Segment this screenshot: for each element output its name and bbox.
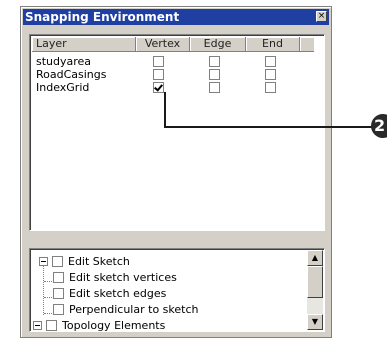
snapping-environment-window: Snapping Environment × Layer Vertex Edge… — [20, 6, 332, 338]
layer-row-indexgrid: IndexGrid — [32, 81, 314, 94]
title-bar[interactable]: Snapping Environment × — [23, 9, 329, 25]
vertex-checkbox-checked[interactable] — [153, 82, 164, 93]
tree-item-edit-sketch-edges[interactable]: Edit sketch edges — [30, 286, 300, 301]
tree-item-label: Edit Sketch — [68, 255, 130, 268]
edge-checkbox[interactable] — [209, 69, 220, 80]
layers-list: Layer Vertex Edge End studyarea RoadCasi… — [29, 34, 325, 231]
arrow-up-icon: ▲ — [311, 253, 319, 262]
scroll-down-button[interactable]: ▼ — [307, 314, 323, 330]
close-button[interactable]: × — [316, 11, 327, 22]
tree-item-edit-sketch-vertices[interactable]: Edit sketch vertices — [30, 270, 300, 285]
arrow-down-icon: ▼ — [311, 317, 319, 326]
close-icon: × — [317, 11, 326, 21]
tree-item-topology-elements[interactable]: Topology Elements — [30, 318, 300, 332]
tree-item-label: Perpendicular to sketch — [69, 303, 199, 316]
collapse-icon[interactable] — [33, 321, 42, 330]
column-header-layer[interactable]: Layer — [32, 37, 136, 52]
edit-sketch-edges-checkbox[interactable] — [53, 288, 64, 299]
column-header-edge[interactable]: Edge — [190, 37, 246, 52]
callout-line — [164, 126, 374, 128]
callout-number-badge: 2 — [371, 114, 387, 138]
tree-item-label: Edit sketch vertices — [69, 271, 177, 284]
snapping-tree: Edit Sketch Edit sketch vertices Edit sk… — [29, 248, 325, 332]
vertex-checkbox[interactable] — [153, 56, 164, 67]
end-checkbox[interactable] — [265, 82, 276, 93]
layer-row-roadcasings: RoadCasings — [32, 68, 314, 81]
column-header-end[interactable]: End — [246, 37, 300, 52]
tree-item-label: Edit sketch edges — [69, 287, 167, 300]
edge-checkbox[interactable] — [209, 82, 220, 93]
edit-sketch-checkbox[interactable] — [52, 256, 63, 267]
column-header-vertex[interactable]: Vertex — [136, 37, 190, 52]
end-checkbox[interactable] — [265, 56, 276, 67]
collapse-icon[interactable] — [39, 257, 48, 266]
scroll-thumb[interactable] — [307, 266, 323, 298]
window-title: Snapping Environment — [25, 10, 180, 24]
edit-sketch-vertices-checkbox[interactable] — [53, 272, 64, 283]
tree-item-perpendicular-to-sketch[interactable]: Perpendicular to sketch — [30, 302, 300, 317]
layer-name: RoadCasings — [36, 68, 107, 81]
layers-header: Layer Vertex Edge End — [32, 37, 314, 52]
scroll-up-button[interactable]: ▲ — [307, 250, 323, 266]
topology-elements-checkbox[interactable] — [46, 320, 57, 331]
layer-name: studyarea — [36, 55, 92, 68]
vertex-checkbox[interactable] — [153, 69, 164, 80]
perpendicular-to-sketch-checkbox[interactable] — [53, 304, 64, 315]
callout-line — [164, 92, 166, 128]
layer-row-studyarea: studyarea — [32, 55, 314, 68]
tree-scrollbar[interactable]: ▲ ▼ — [307, 250, 323, 330]
tree-item-label: Topology Elements — [62, 319, 166, 332]
tree-item-edit-sketch[interactable]: Edit Sketch — [30, 254, 300, 269]
end-checkbox[interactable] — [265, 69, 276, 80]
column-header-filler — [300, 37, 314, 52]
edge-checkbox[interactable] — [209, 56, 220, 67]
layer-name: IndexGrid — [36, 81, 90, 94]
